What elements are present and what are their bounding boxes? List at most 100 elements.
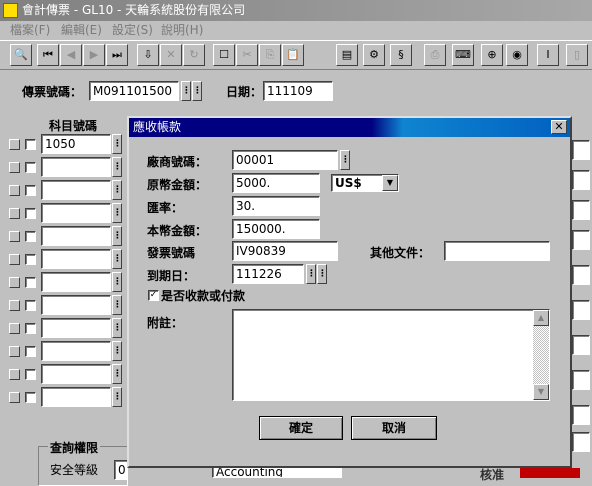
form-button[interactable]: ▤ [336, 44, 358, 66]
cancel-button[interactable]: 取消 [351, 416, 437, 440]
local-amount-field[interactable]: 150000. [232, 219, 320, 239]
last-record-button[interactable]: ⏭ [106, 44, 128, 66]
voucher-number-field[interactable]: M091101500 [89, 81, 179, 101]
account-field[interactable] [41, 203, 111, 223]
security-level-field[interactable]: 0 [114, 460, 128, 480]
other-doc-field[interactable] [444, 241, 550, 261]
voucher-spin-b[interactable]: ⋮ [192, 81, 202, 101]
right-cell[interactable] [572, 170, 590, 190]
account-lookup-button[interactable]: ⋮ [112, 134, 122, 154]
row-checkbox[interactable] [25, 300, 36, 311]
due-date-spin-b[interactable]: ⋮ [317, 264, 327, 284]
due-date-field[interactable]: 111226 [232, 264, 304, 284]
rate-field[interactable]: 30. [232, 196, 320, 216]
invoice-field[interactable]: IV90839 [232, 241, 338, 261]
row-checkbox[interactable] [25, 323, 36, 334]
row-checkbox[interactable] [25, 277, 36, 288]
right-cell[interactable] [572, 370, 590, 390]
row-select-button[interactable] [9, 323, 20, 334]
print-button[interactable]: ⎙ [424, 44, 446, 66]
row-select-button[interactable] [9, 392, 20, 403]
find-button[interactable]: ◉ [506, 44, 528, 66]
row-checkbox[interactable] [25, 254, 36, 265]
account-field[interactable] [41, 387, 111, 407]
scroll-up-icon[interactable]: ▲ [533, 310, 549, 326]
account-lookup-button[interactable]: ⋮ [112, 203, 122, 223]
right-cell[interactable] [572, 140, 590, 160]
row-checkbox[interactable] [25, 185, 36, 196]
account-lookup-button[interactable]: ⋮ [112, 180, 122, 200]
row-select-button[interactable] [9, 277, 20, 288]
voucher-spin-a[interactable]: ⋮ [181, 81, 191, 101]
exit-button[interactable]: ▯ [566, 44, 588, 66]
row-select-button[interactable] [9, 231, 20, 242]
row-select-button[interactable] [9, 254, 20, 265]
scroll-down-icon[interactable]: ▼ [533, 384, 549, 400]
vendor-lookup-button[interactable]: ⋮ [340, 150, 350, 170]
right-cell[interactable] [572, 300, 590, 320]
copy-button[interactable]: ⎘ [259, 44, 281, 66]
close-button[interactable]: ✕ [551, 120, 567, 134]
menu-help[interactable]: 說明(H) [161, 21, 203, 40]
row-checkbox[interactable] [25, 346, 36, 357]
vendor-field[interactable]: 00001 [232, 150, 338, 170]
account-lookup-button[interactable]: ⋮ [112, 272, 122, 292]
next-record-button[interactable]: ▶ [83, 44, 105, 66]
menu-file[interactable]: 檔案(F) [10, 21, 50, 40]
row-select-button[interactable] [9, 208, 20, 219]
paste-button[interactable]: 📋 [282, 44, 304, 66]
document-button[interactable]: § [390, 44, 412, 66]
right-cell[interactable] [572, 405, 590, 425]
account-lookup-button[interactable]: ⋮ [112, 341, 122, 361]
right-cell[interactable] [572, 335, 590, 355]
save-button[interactable]: ⇩ [137, 44, 159, 66]
account-field[interactable] [41, 226, 111, 246]
account-field[interactable] [41, 180, 111, 200]
account-field[interactable]: 1050 [41, 134, 111, 154]
row-select-button[interactable] [9, 346, 20, 357]
new-button[interactable]: ☐ [213, 44, 235, 66]
right-cell[interactable] [572, 230, 590, 250]
row-checkbox[interactable] [25, 369, 36, 380]
account-field[interactable] [41, 341, 111, 361]
row-select-button[interactable] [9, 369, 20, 380]
row-checkbox[interactable] [25, 139, 36, 150]
account-lookup-button[interactable]: ⋮ [112, 318, 122, 338]
zoom-in-button[interactable]: ⊕ [481, 44, 503, 66]
due-date-spin-a[interactable]: ⋮ [306, 264, 316, 284]
chevron-down-icon[interactable]: ▼ [382, 175, 398, 191]
first-record-button[interactable]: ⏮ [37, 44, 59, 66]
menu-settings[interactable]: 設定(S) [112, 21, 153, 40]
delete-button[interactable]: ✕ [160, 44, 182, 66]
refresh-button[interactable]: ↻ [183, 44, 205, 66]
right-cell[interactable] [572, 265, 590, 285]
right-cell[interactable] [572, 432, 590, 452]
text-button[interactable]: Ⅰ [537, 44, 559, 66]
row-select-button[interactable] [9, 185, 20, 196]
row-select-button[interactable] [9, 300, 20, 311]
account-field[interactable] [41, 249, 111, 269]
account-lookup-button[interactable]: ⋮ [112, 226, 122, 246]
account-lookup-button[interactable]: ⋮ [112, 157, 122, 177]
menu-edit[interactable]: 編輯(E) [61, 21, 102, 40]
account-field[interactable] [41, 364, 111, 384]
search-button[interactable]: 🔍 [10, 44, 32, 66]
account-lookup-button[interactable]: ⋮ [112, 249, 122, 269]
account-lookup-button[interactable]: ⋮ [112, 295, 122, 315]
cut-button[interactable]: ✂ [236, 44, 258, 66]
row-checkbox[interactable] [25, 208, 36, 219]
row-checkbox[interactable] [25, 392, 36, 403]
keyboard-button[interactable]: ⌨ [452, 44, 474, 66]
account-field[interactable] [41, 295, 111, 315]
account-field[interactable] [41, 272, 111, 292]
orig-amount-field[interactable]: 5000. [232, 173, 320, 193]
account-field[interactable] [41, 318, 111, 338]
ok-button[interactable]: 確定 [259, 416, 343, 440]
received-checkbox[interactable]: ✓ [148, 290, 159, 301]
row-checkbox[interactable] [25, 162, 36, 173]
prev-record-button[interactable]: ◀ [60, 44, 82, 66]
row-checkbox[interactable] [25, 231, 36, 242]
row-select-button[interactable] [9, 139, 20, 150]
account-field[interactable] [41, 157, 111, 177]
note-scrollbar[interactable]: ▲ ▼ [533, 310, 549, 400]
